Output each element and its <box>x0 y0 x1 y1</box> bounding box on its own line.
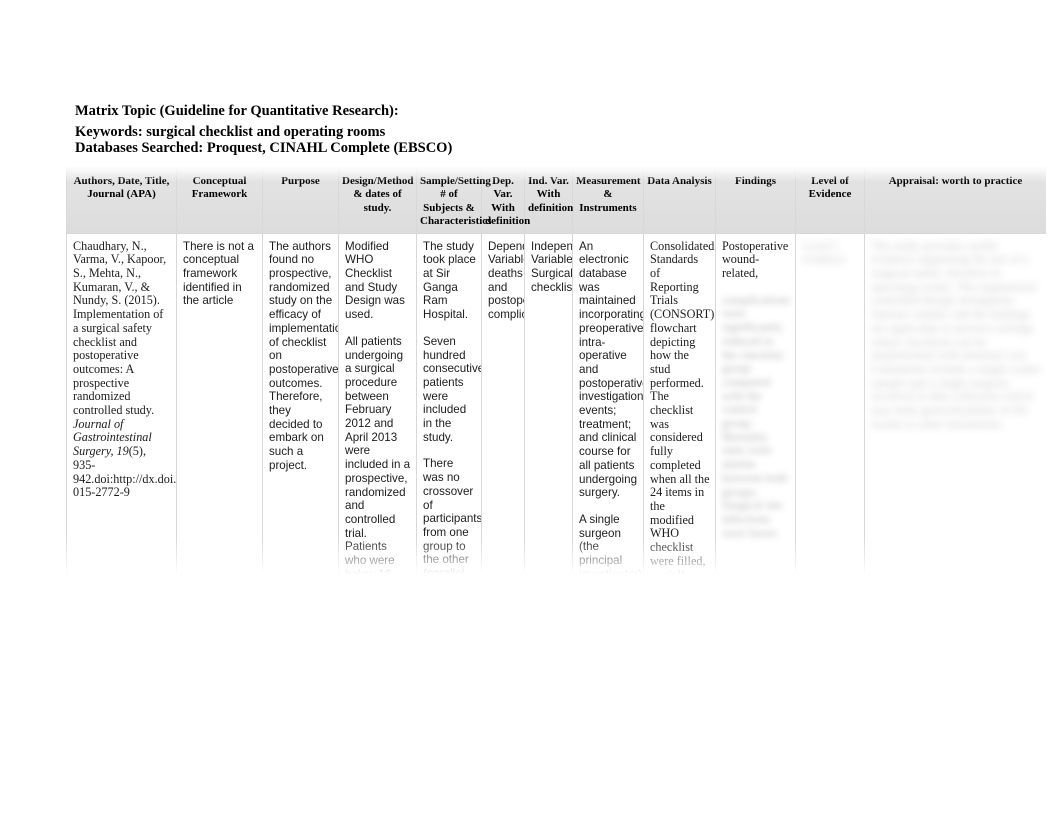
column-header-authors: Authors, Date, Title, Journal (APA) <box>66 166 177 234</box>
column-header-purpose: Purpose <box>262 166 339 234</box>
column-header-measurement-instruments: Measurement & Instruments <box>572 166 644 234</box>
column-header-sample-setting: Sample/Setting # of Subjects & Character… <box>416 166 491 234</box>
document-heading-block: Matrix Topic (Guideline for Quantitative… <box>75 103 775 157</box>
keywords-line: Keywords: surgical checklist and operati… <box>75 123 386 140</box>
table-header-row: Authors, Date, Title, Journal (APA) Conc… <box>66 166 1047 234</box>
column-header-independent-variable: Ind. Var. With definition <box>524 166 573 234</box>
citation-plain-part-1: Chaudhary, N., Varma, V., Kapoor, S., Me… <box>73 238 167 418</box>
purpose-text: The authors found no prospective, random… <box>269 239 339 472</box>
findings-obscured-text: complications were significantly reduced… <box>722 292 791 540</box>
research-matrix-table: Authors, Date, Title, Journal (APA) Conc… <box>66 166 1047 658</box>
measurement-paragraph-2: A single surgeon (the principal investig… <box>579 512 643 622</box>
column-header-level-of-evidence: Level of Evidence <box>795 166 865 234</box>
design-method-paragraph-2: All patients undergoing a surgical proce… <box>345 334 411 650</box>
cell-level-of-evidence: Level I evidence <box>795 232 865 658</box>
databases-searched-line: Databases Searched: Proquest, CINAHL Com… <box>75 140 453 156</box>
dependent-variable-text: Dependent Variable: deaths and postopera… <box>488 239 524 322</box>
appraisal-obscured-text: The study provides useful evidence suppo… <box>871 238 1041 431</box>
independent-variable-text: Independent Variables: Surgical checklis… <box>531 239 573 294</box>
cell-purpose: The authors found no prospective, random… <box>262 232 339 658</box>
column-header-appraisal: Appraisal: worth to practice <box>864 166 1047 234</box>
column-header-findings: Findings <box>715 166 796 234</box>
cell-data-analysis: Consolidated Standards of Reporting Tria… <box>643 232 716 658</box>
cell-authors-citation: Chaudhary, N., Varma, V., Kapoor, S., Me… <box>66 232 177 658</box>
data-analysis-text: Consolidated Standards of Reporting Tria… <box>650 238 715 651</box>
design-method-paragraph-1: Modified WHO Checklist and Study Design … <box>345 239 405 322</box>
table-row: Chaudhary, N., Varma, V., Kapoor, S., Me… <box>66 232 1047 658</box>
sample-setting-paragraph-3: There was no crossover of participants f… <box>423 457 482 622</box>
column-header-design-method: Design/Method & dates of study. <box>338 166 417 234</box>
findings-visible-text: Postoperative wound-related, <box>722 238 789 281</box>
column-header-data-analysis: Data Analysis <box>643 166 716 234</box>
matrix-topic-line: Matrix Topic (Guideline for Quantitative… <box>75 103 399 119</box>
cell-findings: Postoperative wound-related, complicatio… <box>715 232 796 658</box>
measurement-paragraph-1: An electronic database was maintained in… <box>579 239 644 500</box>
sample-setting-paragraph-2: Seven hundred consecutive patients were … <box>423 334 482 444</box>
column-header-conceptual-framework: Conceptual Framework <box>176 166 263 234</box>
research-matrix-table-wrapper: Authors, Date, Title, Journal (APA) Conc… <box>66 166 1047 658</box>
cell-design-method: Modified WHO Checklist and Study Design … <box>338 232 417 658</box>
cell-conceptual-framework: There is not a conceptual framework iden… <box>176 232 263 658</box>
level-of-evidence-obscured-text: Level I evidence <box>802 238 846 267</box>
cell-dependent-variable: Dependent Variable: deaths and postopera… <box>481 232 525 658</box>
conceptual-framework-text: There is not a conceptual framework iden… <box>183 239 254 308</box>
sample-setting-paragraph-1: The study took place at Sir Ganga Ram Ho… <box>423 239 476 322</box>
cell-sample-setting: The study took place at Sir Ganga Ram Ho… <box>416 232 482 658</box>
cell-appraisal: The study provides useful evidence suppo… <box>864 232 1047 658</box>
cell-measurement-instruments: An electronic database was maintained in… <box>572 232 644 658</box>
cell-independent-variable: Independent Variables: Surgical checklis… <box>524 232 573 658</box>
